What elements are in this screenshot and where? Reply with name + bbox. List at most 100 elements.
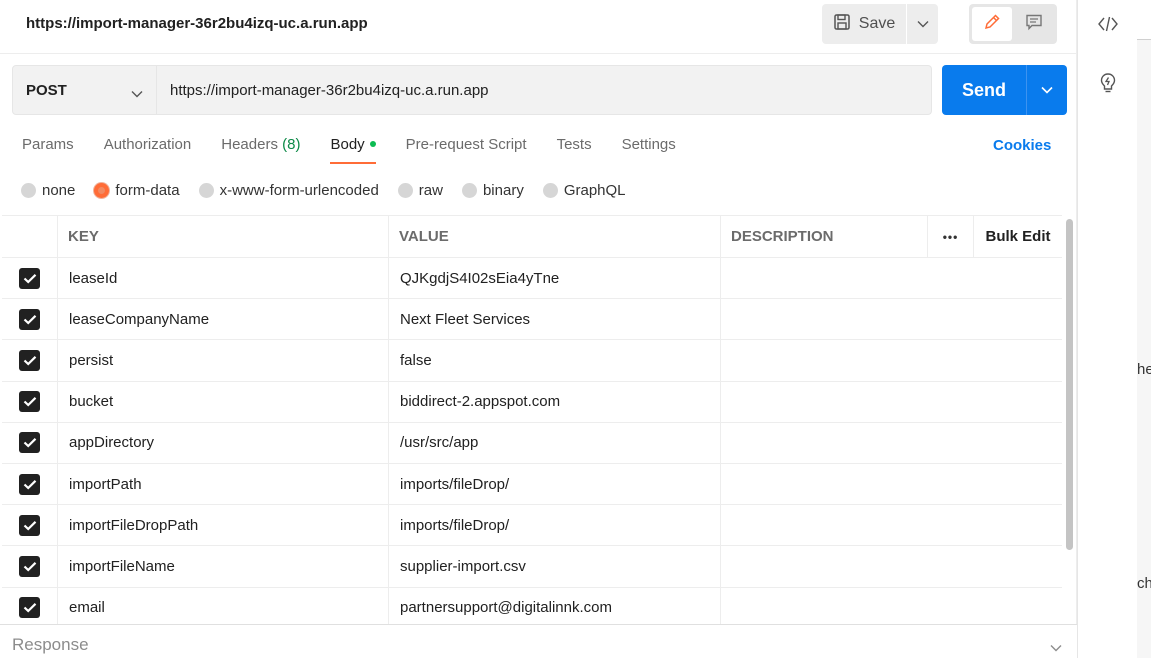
- bulk-edit-button[interactable]: Bulk Edit: [974, 216, 1062, 257]
- bleed-text: he: [1137, 361, 1151, 378]
- method-select[interactable]: POST: [12, 65, 157, 115]
- row-value[interactable]: QJKgdjS4I02sEia4yTne: [389, 258, 721, 299]
- chevron-down-icon: [131, 85, 143, 102]
- body-type-raw[interactable]: raw: [397, 182, 443, 199]
- tab-body[interactable]: Body: [330, 134, 376, 164]
- edit-mode-button[interactable]: [972, 7, 1012, 41]
- table-body: leaseId QJKgdjS4I02sEia4yTne leaseCompanyN…: [2, 258, 1062, 629]
- save-options-button[interactable]: [906, 4, 938, 44]
- header-key: KEY: [58, 216, 389, 257]
- row-checkbox[interactable]: [19, 597, 40, 619]
- comment-mode-button[interactable]: [1014, 7, 1054, 41]
- row-value[interactable]: imports/fileDrop/: [389, 463, 721, 505]
- row-description[interactable]: [721, 423, 1062, 463]
- row-value[interactable]: /usr/src/app: [389, 422, 721, 463]
- row-check-cell: [2, 463, 58, 505]
- send-options-button[interactable]: [1026, 65, 1067, 115]
- chevron-down-icon: [1041, 81, 1053, 99]
- check-icon: [23, 273, 36, 284]
- column-options-button[interactable]: •••: [928, 216, 974, 257]
- row-checkbox[interactable]: [19, 555, 40, 577]
- row-key[interactable]: leaseCompanyName: [58, 299, 389, 340]
- radio-icon: [198, 182, 214, 198]
- row-check-cell: [2, 340, 58, 381]
- body-type-binary[interactable]: binary: [461, 182, 524, 199]
- radio-icon: [542, 182, 558, 198]
- row-checkbox[interactable]: [19, 391, 40, 413]
- url-input[interactable]: [157, 65, 932, 115]
- row-description[interactable]: [721, 546, 1062, 586]
- comment-icon: [1024, 12, 1044, 37]
- send-button[interactable]: Send: [942, 65, 1026, 115]
- row-description[interactable]: [721, 340, 1062, 380]
- cookies-link[interactable]: Cookies: [993, 137, 1051, 154]
- table-row: email partnersupport@digitalinnk.com: [2, 587, 1062, 629]
- row-description[interactable]: [721, 299, 1062, 339]
- table-scrollbar[interactable]: [1066, 219, 1073, 550]
- body-type-form-data[interactable]: form-data: [94, 182, 180, 199]
- headers-count: (8): [282, 136, 301, 153]
- body-type-urlencoded[interactable]: x-www-form-urlencoded: [198, 182, 379, 199]
- row-value[interactable]: false: [389, 340, 721, 381]
- row-key[interactable]: persist: [58, 340, 389, 381]
- table-row: leaseId QJKgdjS4I02sEia4yTne: [2, 258, 1062, 300]
- row-description[interactable]: [721, 505, 1062, 545]
- adjacent-window-edge: he ch: [1137, 0, 1151, 658]
- row-key[interactable]: appDirectory: [58, 422, 389, 463]
- header-description: DESCRIPTION: [721, 216, 928, 257]
- check-icon: [23, 355, 36, 366]
- radio-icon: [21, 182, 36, 198]
- tab-headers[interactable]: Headers (8): [221, 134, 300, 164]
- row-value[interactable]: partnersupport@digitalinnk.com: [389, 587, 721, 628]
- row-checkbox[interactable]: [19, 514, 40, 536]
- save-button[interactable]: Save: [822, 4, 906, 44]
- row-value[interactable]: supplier-import.csv: [389, 546, 721, 587]
- row-description[interactable]: [721, 464, 1062, 504]
- request-editor: https://import-manager-36r2bu4izq-uc.a.r…: [0, 0, 1077, 658]
- tab-tests[interactable]: Tests: [557, 134, 592, 164]
- row-value[interactable]: imports/fileDrop/: [389, 505, 721, 546]
- tab-authorization[interactable]: Authorization: [104, 134, 192, 164]
- check-icon: [23, 438, 36, 448]
- body-type-none[interactable]: none: [21, 182, 75, 199]
- row-key[interactable]: email: [58, 587, 389, 628]
- row-checkbox[interactable]: [19, 473, 40, 495]
- row-key[interactable]: importFileDropPath: [58, 505, 389, 546]
- row-value[interactable]: Next Fleet Services: [389, 299, 721, 340]
- row-key[interactable]: importFileName: [58, 546, 389, 587]
- lightbulb-icon[interactable]: [1097, 72, 1119, 94]
- table-header: KEY VALUE DESCRIPTION ••• Bulk Edit: [2, 215, 1062, 258]
- save-group: Save: [822, 4, 938, 44]
- chevron-down-icon: [917, 15, 929, 33]
- check-icon: [23, 603, 36, 613]
- radio-icon: [461, 182, 477, 198]
- row-description[interactable]: [721, 588, 1062, 628]
- table-row: appDirectory/usr/src/app: [2, 422, 1062, 464]
- method-label: POST: [26, 81, 67, 99]
- check-icon: [23, 397, 36, 407]
- row-key[interactable]: importPath: [58, 463, 389, 505]
- save-icon: [833, 13, 851, 36]
- row-value[interactable]: biddirect-2.appspot.com: [389, 381, 721, 422]
- check-icon: [23, 520, 36, 531]
- tab-settings[interactable]: Settings: [622, 134, 676, 164]
- tab-pre-request-script[interactable]: Pre-request Script: [406, 134, 527, 164]
- code-icon[interactable]: [1097, 13, 1119, 35]
- request-title[interactable]: https://import-manager-36r2bu4izq-uc.a.r…: [26, 15, 368, 32]
- row-check-cell: [2, 422, 58, 463]
- row-checkbox[interactable]: [19, 267, 40, 289]
- tab-params[interactable]: Params: [22, 134, 74, 164]
- row-checkbox[interactable]: [19, 349, 40, 371]
- body-type-graphql[interactable]: GraphQL: [542, 182, 626, 199]
- row-description[interactable]: [721, 258, 1062, 298]
- check-icon: [23, 479, 36, 490]
- row-key[interactable]: bucket: [58, 381, 389, 422]
- response-panel[interactable]: Response: [0, 624, 1077, 658]
- row-checkbox[interactable]: [19, 432, 40, 454]
- row-check-cell: [2, 258, 58, 299]
- response-label: Response: [12, 635, 89, 654]
- send-group: Send: [942, 65, 1067, 115]
- row-key[interactable]: leaseId: [58, 258, 389, 299]
- row-checkbox[interactable]: [19, 308, 40, 330]
- row-description[interactable]: [721, 382, 1062, 422]
